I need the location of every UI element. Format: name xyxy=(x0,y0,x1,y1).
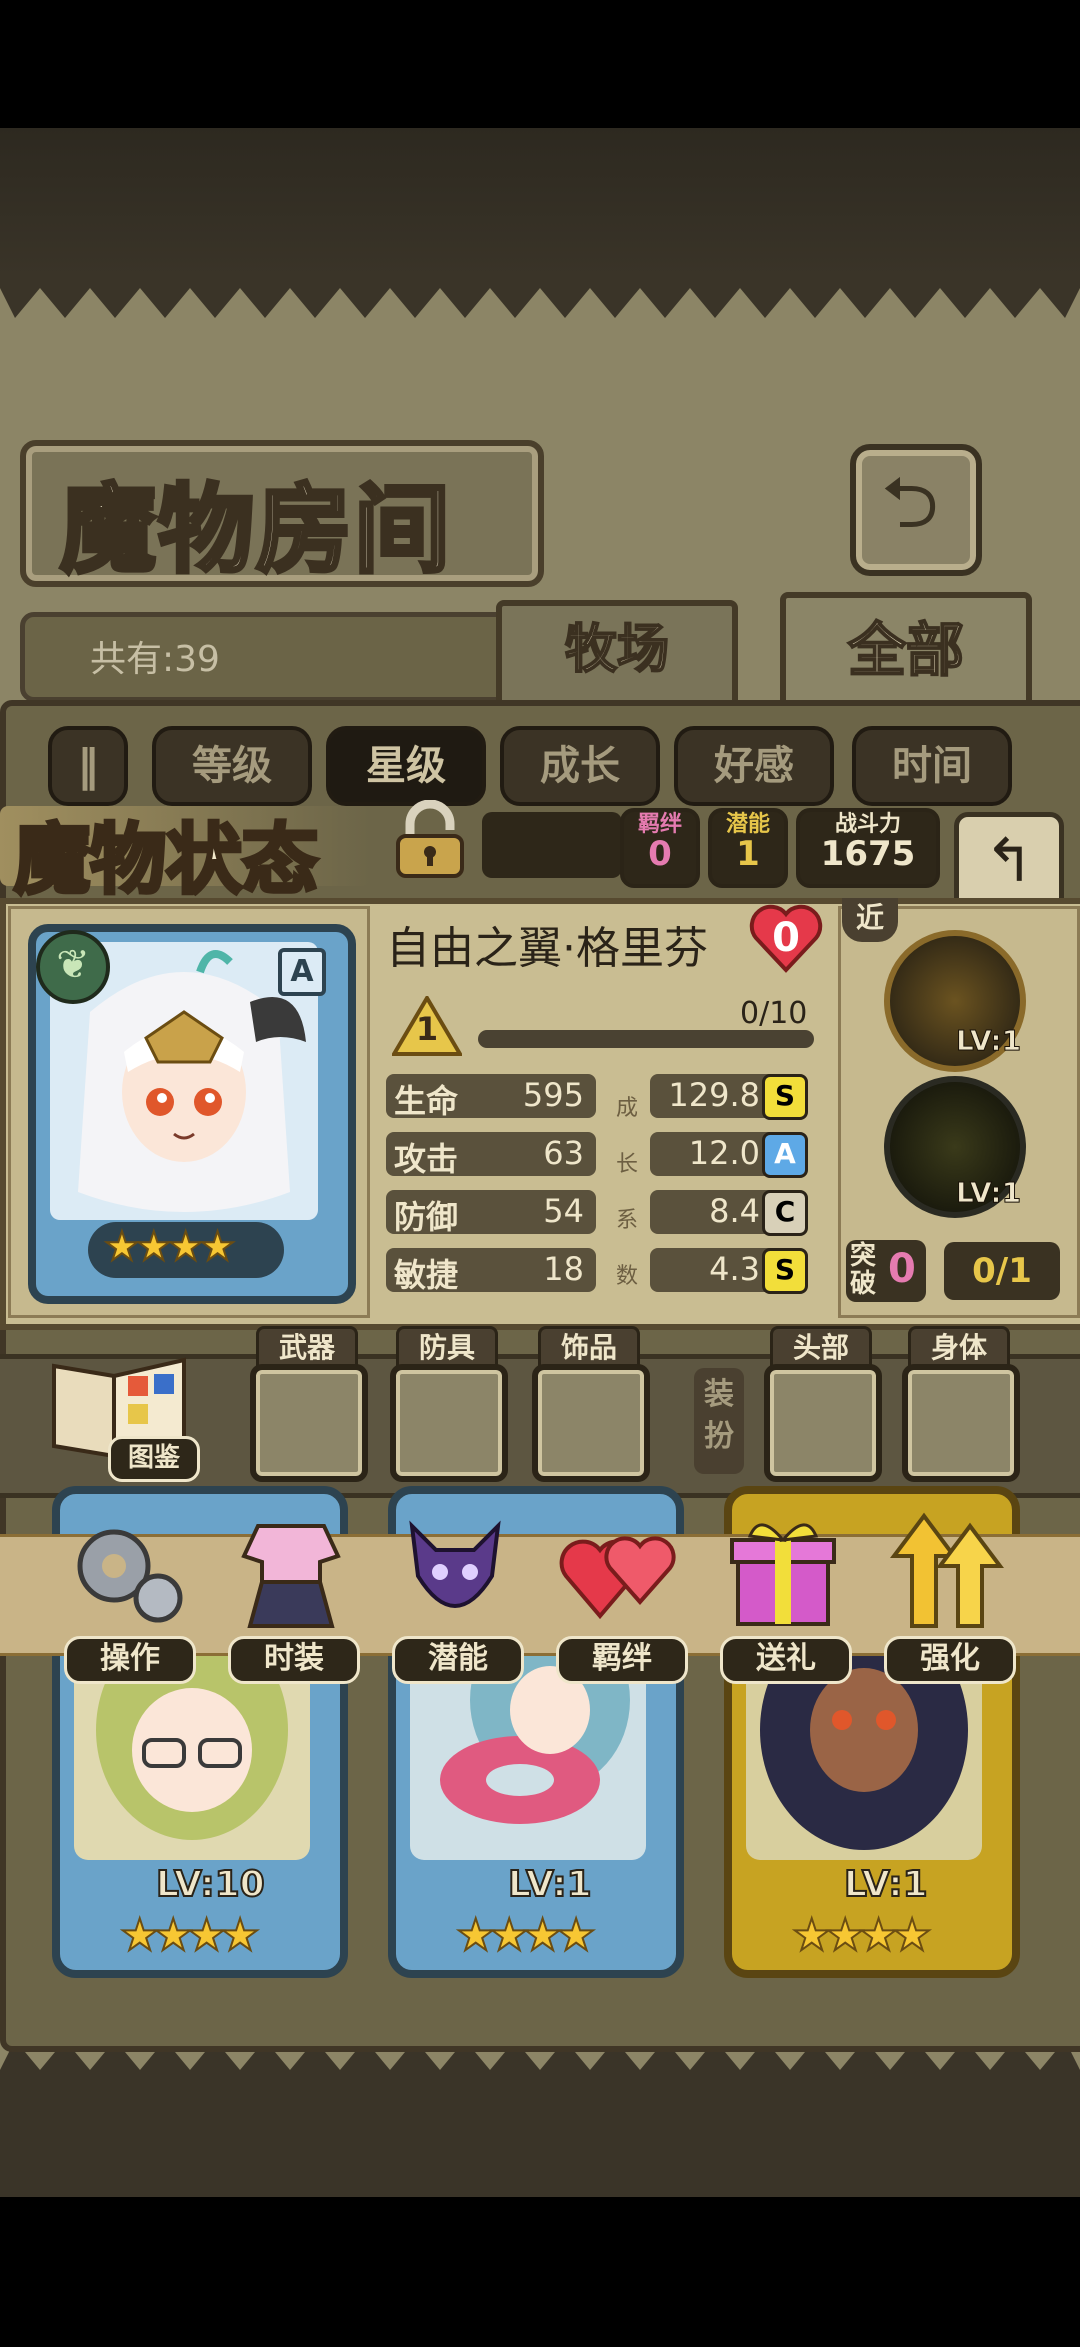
sort-time-button[interactable]: 时间 xyxy=(852,726,1012,806)
collapse-button[interactable]: ↰ xyxy=(954,812,1064,912)
growth-caption-2: 长 xyxy=(616,1152,639,1177)
rank-badge: A xyxy=(278,948,326,996)
codex-label[interactable]: 图鉴 xyxy=(108,1436,200,1482)
gift-icon xyxy=(730,1523,836,1626)
breakthrough-progress: 0/1 xyxy=(944,1242,1060,1300)
lock-icon[interactable] xyxy=(388,800,472,880)
sort-level-label: 等级 xyxy=(192,743,272,789)
affection-value: 0 xyxy=(772,915,800,961)
slot-weapon[interactable] xyxy=(250,1364,368,1482)
skill-2-level: LV:1 xyxy=(955,1176,1022,1210)
sort-affection-button[interactable]: 好感 xyxy=(674,726,834,806)
monster-card-2-stars: ★★★★ xyxy=(455,1909,597,1962)
stat-hp-name: 生命 xyxy=(394,1082,459,1120)
page-title: 魔物房间 xyxy=(58,471,452,588)
monster-count: 共有:39 xyxy=(90,639,220,680)
monster-name: 自由之翼·格里芬 xyxy=(386,923,708,974)
sort-order-toggle[interactable]: ‖ xyxy=(48,726,128,806)
upgrade-arrows-icon xyxy=(890,1512,1004,1628)
tab-ranch-label: 牧场 xyxy=(564,618,670,681)
stat-agility-value: 18 xyxy=(543,1250,584,1288)
bond-value: 0 xyxy=(648,834,672,874)
dress-icon xyxy=(241,1524,341,1628)
potential-value: 1 xyxy=(736,834,760,874)
growth-defense-value: 8.4 xyxy=(709,1192,760,1230)
breakthrough-badge: 突破 0 xyxy=(846,1240,926,1302)
skill-1-level: LV:1 xyxy=(955,1024,1022,1058)
monster-card-3-stars: ★★★★ xyxy=(791,1909,933,1962)
growth-caption-3: 系 xyxy=(616,1208,639,1233)
stat-attack-value: 63 xyxy=(543,1134,584,1172)
action-bond-label: 羁绊 xyxy=(556,1636,688,1684)
action-fashion-label: 时装 xyxy=(228,1636,360,1684)
background-bottom xyxy=(0,2080,1080,2197)
gear-icon xyxy=(77,1529,183,1623)
growth-hp-value: 129.8 xyxy=(668,1076,760,1114)
stat-defense-name: 防御 xyxy=(394,1198,459,1236)
sort-star-button[interactable]: 星级 xyxy=(326,726,486,806)
action-potential-label: 潜能 xyxy=(392,1636,524,1684)
status-title: 魔物状态 xyxy=(12,813,320,906)
slot-armor[interactable] xyxy=(390,1364,508,1482)
combat-power-value: 1675 xyxy=(820,834,916,874)
background-top xyxy=(0,128,1080,278)
hearts-icon xyxy=(559,1536,676,1620)
growth-caption-1: 成 xyxy=(616,1096,639,1121)
bond-badge: 羁绊 0 xyxy=(620,808,700,888)
breakthrough-value: 0 xyxy=(888,1246,916,1292)
dress-divider-label: 装扮 xyxy=(694,1368,744,1474)
stat-defense-value: 54 xyxy=(543,1192,584,1230)
action-gift-label: 送礼 xyxy=(720,1636,852,1684)
action-enhance-label: 强化 xyxy=(884,1636,1016,1684)
stat-hp-value: 595 xyxy=(522,1076,584,1114)
growth-caption-4: 数 xyxy=(616,1264,639,1289)
stat-defense: 防御 54 xyxy=(386,1190,596,1236)
star-rating: ★★★★ xyxy=(103,1223,236,1271)
slot-body[interactable] xyxy=(902,1364,1020,1482)
grade-hp: S xyxy=(762,1074,808,1120)
exp-progress-bar xyxy=(478,1030,814,1048)
zigzag-top-border xyxy=(0,278,1080,318)
stat-attack: 攻击 63 xyxy=(386,1132,596,1178)
sort-level-button[interactable]: 等级 xyxy=(152,726,312,806)
stat-agility: 敏捷 18 xyxy=(386,1248,596,1294)
exp-text: 0/10 xyxy=(740,996,808,1031)
action-operate-label: 操作 xyxy=(64,1636,196,1684)
tab-ranch[interactable]: 牧场 xyxy=(496,600,738,712)
monster-card-1-level: LV:10 xyxy=(155,1863,266,1906)
growth-agility-value: 4.3 xyxy=(709,1250,760,1288)
grade-agility: S xyxy=(762,1248,808,1294)
stat-attack-name: 攻击 xyxy=(394,1140,459,1178)
grade-attack: A xyxy=(762,1132,808,1178)
monster-card-2-level: LV:1 xyxy=(507,1863,593,1906)
star-level-value: 1 xyxy=(415,1010,439,1048)
sort-time-label: 时间 xyxy=(892,743,972,789)
tab-all-label: 全部 xyxy=(847,615,965,685)
monster-card-3-level: LV:1 xyxy=(843,1863,929,1906)
stat-hp: 生命 595 xyxy=(386,1074,596,1120)
growth-attack-value: 12.0 xyxy=(688,1134,760,1172)
slot-accessory[interactable] xyxy=(532,1364,650,1482)
tab-all[interactable]: 全部 xyxy=(780,592,1032,716)
demon-icon xyxy=(409,1520,501,1608)
sort-growth-label: 成长 xyxy=(540,743,620,789)
sort-affection-label: 好感 xyxy=(714,743,794,789)
leaf-element-icon: ❦ xyxy=(36,930,110,1004)
range-badge: 近 xyxy=(842,898,898,942)
breakthrough-label: 突破 xyxy=(850,1241,877,1299)
back-arrow-icon: ⮌ xyxy=(881,460,939,544)
monster-preview-strip xyxy=(482,812,622,878)
sort-growth-button[interactable]: 成长 xyxy=(500,726,660,806)
grade-defense: C xyxy=(762,1190,808,1236)
slot-head[interactable] xyxy=(764,1364,882,1482)
sort-order-icon: ‖ xyxy=(77,740,99,791)
monster-card-1-stars: ★★★★ xyxy=(119,1909,261,1962)
stat-agility-name: 敏捷 xyxy=(394,1256,459,1294)
combat-power-badge: 战斗力 1675 xyxy=(796,808,940,888)
sort-star-label: 星级 xyxy=(366,743,446,789)
potential-badge: 潜能 1 xyxy=(708,808,788,888)
